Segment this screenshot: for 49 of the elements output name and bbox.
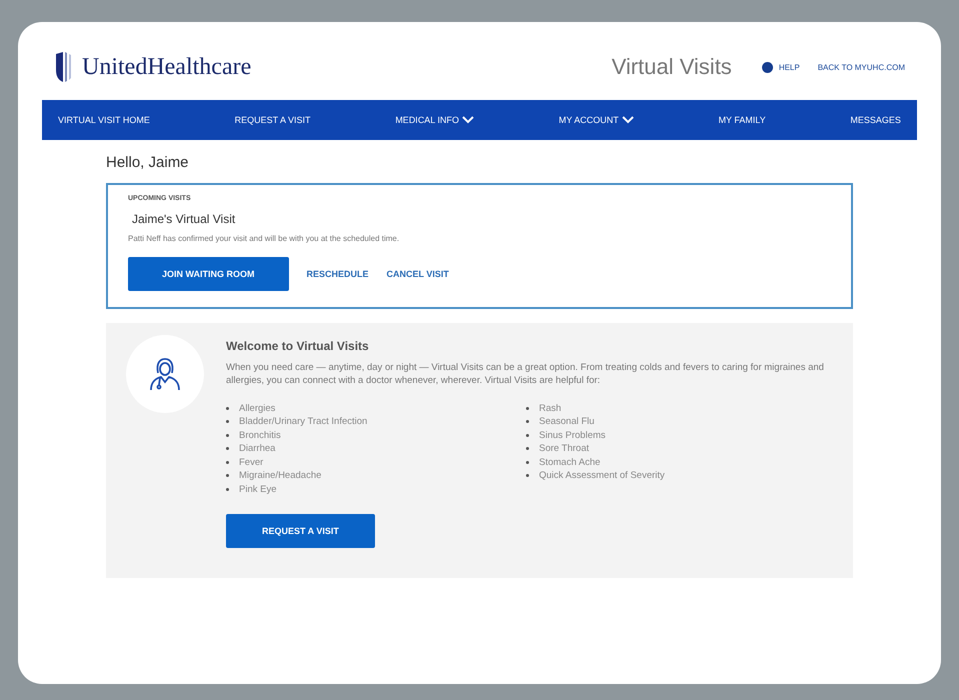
condition-item: Quick Assessment of Severity	[539, 469, 665, 483]
product-title: Virtual Visits	[612, 54, 732, 80]
condition-item: Stomach Ache	[539, 456, 600, 470]
nav-item[interactable]: MEDICAL INFO	[395, 115, 474, 125]
welcome-text: When you need care — anytime, day or night — Virtual Visits can be a great option. From treating colds and fevers to caring for migraines and allergies, you can connect with a doctor whenever, wherever. Virtual Visits are helpful for:	[226, 361, 825, 388]
chevron-icon	[462, 116, 474, 124]
condition-item: Migraine/Headache	[239, 469, 322, 483]
brand-name: UnitedHealthcare	[82, 54, 252, 80]
action-link[interactable]: CANCEL VISIT	[386, 269, 449, 279]
condition-item: Bladder/Urinary Tract Infection	[239, 415, 368, 429]
bullet-icon	[526, 447, 529, 450]
action-link[interactable]: RESCHEDULE	[306, 269, 369, 279]
condition-item: Bronchitis	[239, 428, 281, 442]
condition-item: Allergies	[239, 402, 276, 416]
bullet-icon	[226, 474, 229, 478]
header-link[interactable]: HELP	[762, 62, 800, 72]
shield-logo-icon	[54, 52, 74, 82]
nav-item[interactable]: REQUEST A VISIT	[234, 115, 311, 125]
condition-item: Seasonal Flu	[539, 415, 594, 429]
visit-title: Jaime's Virtual Visit	[132, 212, 236, 226]
condition-item: Fever	[239, 456, 264, 470]
greeting: Hello, Jaime	[106, 154, 190, 171]
welcome-title: Welcome to Virtual Visits	[226, 339, 370, 353]
help-icon	[762, 62, 773, 72]
bullet-icon	[526, 460, 529, 464]
header-link[interactable]: BACK TO MYUHC.COM	[818, 62, 905, 72]
bullet-icon	[226, 420, 229, 424]
bullet-icon	[526, 420, 529, 424]
bullet-icon	[526, 434, 529, 437]
condition-item: Rash	[539, 402, 562, 416]
condition-item: Pink Eye	[239, 482, 276, 496]
bullet-icon	[226, 488, 229, 491]
bullet-icon	[526, 474, 529, 478]
nav-item[interactable]: MY FAMILY	[718, 115, 766, 125]
bullet-icon	[226, 460, 229, 464]
condition-item: Diarrhea	[239, 442, 276, 456]
nav-item[interactable]: VIRTUAL VISIT HOME	[58, 115, 150, 125]
nav-item[interactable]: MESSAGES	[850, 115, 901, 125]
bullet-icon	[226, 434, 229, 437]
condition-item: Sinus Problems	[539, 428, 606, 442]
bullet-icon	[226, 406, 229, 410]
bullet-icon	[526, 406, 529, 410]
bullet-icon	[226, 447, 229, 450]
chevron-icon	[622, 116, 634, 124]
join-button[interactable]: JOIN WAITING ROOM	[128, 257, 289, 291]
condition-item: Sore Throat	[539, 442, 589, 456]
nav-item[interactable]: MY ACCOUNT	[558, 115, 634, 125]
visit-message: Patti Neff has confirmed your visit and will be with you at the scheduled time.	[128, 234, 400, 243]
request-visit-button[interactable]: REQUEST A VISIT	[226, 514, 375, 548]
